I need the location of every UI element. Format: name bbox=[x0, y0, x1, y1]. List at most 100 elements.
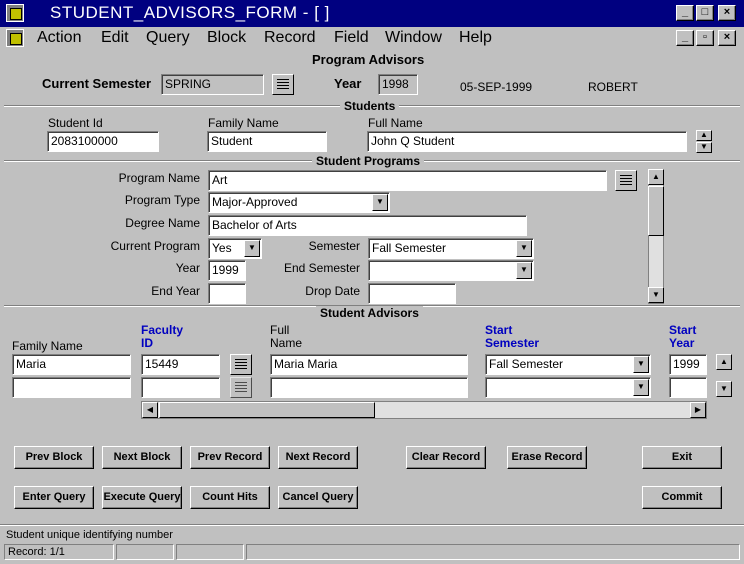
menu-record[interactable]: Record bbox=[264, 29, 316, 47]
program-name-field[interactable]: Art bbox=[208, 170, 607, 191]
prev-record-button[interactable]: Prev Record bbox=[190, 446, 270, 469]
chevron-down-icon[interactable]: ▼ bbox=[516, 240, 532, 257]
commit-button[interactable]: Commit bbox=[642, 486, 722, 509]
col-full-name: Full Name bbox=[270, 324, 302, 350]
status-hint: Student unique identifying number bbox=[6, 529, 173, 541]
programs-scroll-thumb[interactable] bbox=[648, 186, 664, 236]
status-cell bbox=[246, 544, 740, 560]
col-start-semester: Start Semester bbox=[485, 324, 539, 350]
window-title: STUDENT_ADVISORS_FORM - [ ] bbox=[50, 3, 330, 22]
full-name-label: Full Name bbox=[368, 116, 423, 130]
program-type-value: Major-Approved bbox=[212, 195, 298, 209]
advisor-family-name-field[interactable] bbox=[12, 377, 131, 398]
prev-block-button[interactable]: Prev Block bbox=[14, 446, 94, 469]
child-close-icon[interactable]: × bbox=[718, 30, 736, 46]
advisor-start-semester-value: Fall Semester bbox=[489, 357, 564, 371]
drop-date-field[interactable] bbox=[368, 283, 456, 304]
advisors-scroll-up-icon[interactable]: ▲ bbox=[716, 354, 732, 370]
current-semester-label: Current Semester bbox=[42, 76, 152, 91]
menu-window[interactable]: Window bbox=[385, 29, 442, 47]
current-year-field[interactable]: 1998 bbox=[378, 74, 418, 95]
scroll-right-icon[interactable]: ▶ bbox=[690, 402, 706, 418]
advisor-full-name-field[interactable] bbox=[270, 377, 468, 398]
menu-edit[interactable]: Edit bbox=[101, 29, 129, 47]
chevron-down-icon[interactable]: ▼ bbox=[244, 240, 260, 257]
year-label: Year bbox=[334, 76, 362, 91]
menu-field[interactable]: Field bbox=[334, 29, 369, 47]
current-user: ROBERT bbox=[588, 80, 638, 94]
students-scroll-down-icon[interactable]: ▼ bbox=[696, 142, 712, 153]
app-icon[interactable] bbox=[6, 4, 24, 22]
chevron-down-icon[interactable]: ▼ bbox=[633, 356, 649, 373]
title-bar: STUDENT_ADVISORS_FORM - [ ] _ □ × bbox=[0, 0, 744, 27]
chevron-down-icon[interactable]: ▼ bbox=[516, 262, 532, 279]
student-id-label: Student Id bbox=[48, 116, 103, 130]
advisor-start-year-field[interactable] bbox=[669, 377, 707, 398]
maximize-icon[interactable]: □ bbox=[696, 5, 714, 21]
advisors-hscroll-thumb[interactable] bbox=[159, 402, 375, 418]
programs-scroll-down-icon[interactable]: ▼ bbox=[648, 287, 664, 303]
semester-select[interactable]: Fall Semester ▼ bbox=[368, 238, 534, 259]
col-family-name: Family Name bbox=[12, 339, 83, 353]
scroll-left-icon[interactable]: ◀ bbox=[142, 402, 158, 418]
menu-block[interactable]: Block bbox=[207, 29, 246, 47]
current-program-select[interactable]: Yes ▼ bbox=[208, 238, 262, 259]
end-year-field[interactable] bbox=[208, 283, 246, 304]
chevron-down-icon[interactable]: ▼ bbox=[633, 379, 649, 396]
menu-help[interactable]: Help bbox=[459, 29, 492, 47]
menu-query[interactable]: Query bbox=[146, 29, 190, 47]
advisor-start-semester-select[interactable]: ▼ bbox=[485, 377, 651, 398]
program-year-field[interactable]: 1999 bbox=[208, 260, 246, 281]
col-full-name-line2: Name bbox=[270, 336, 303, 350]
exit-button[interactable]: Exit bbox=[642, 446, 722, 469]
family-name-label: Family Name bbox=[208, 116, 279, 130]
child-minimize-icon[interactable]: _ bbox=[676, 30, 694, 46]
col-start-year-line2: Year bbox=[669, 336, 695, 350]
student-id-field[interactable]: 2083100000 bbox=[47, 131, 159, 152]
next-record-button[interactable]: Next Record bbox=[278, 446, 358, 469]
end-semester-select[interactable]: ▼ bbox=[368, 260, 534, 281]
execute-query-button[interactable]: Execute Query bbox=[102, 486, 182, 509]
advisor-family-name-field[interactable]: Maria bbox=[12, 354, 131, 375]
erase-record-button[interactable]: Erase Record bbox=[507, 446, 587, 469]
advisor-faculty-id-field[interactable] bbox=[141, 377, 220, 398]
count-hits-button[interactable]: Count Hits bbox=[190, 486, 270, 509]
child-restore-icon[interactable]: ▫ bbox=[696, 30, 714, 46]
programs-scroll-up-icon[interactable]: ▲ bbox=[648, 169, 664, 185]
faculty-list-icon[interactable] bbox=[230, 377, 252, 398]
status-cell bbox=[176, 544, 244, 560]
form-title: Program Advisors bbox=[312, 52, 425, 67]
advisors-scroll-down-icon[interactable]: ▼ bbox=[716, 381, 732, 397]
programs-section-title: Student Programs bbox=[312, 154, 425, 168]
program-type-select[interactable]: Major-Approved ▼ bbox=[208, 192, 390, 213]
current-semester-field[interactable]: SPRING bbox=[161, 74, 264, 95]
program-list-icon[interactable] bbox=[615, 170, 637, 191]
students-scroll-up-icon[interactable]: ▲ bbox=[696, 130, 712, 141]
chevron-down-icon[interactable]: ▼ bbox=[372, 194, 388, 211]
close-icon[interactable]: × bbox=[718, 5, 736, 21]
advisor-faculty-id-field[interactable]: 15449 bbox=[141, 354, 220, 375]
form-icon[interactable] bbox=[6, 29, 24, 47]
col-start-semester-line2: Semester bbox=[485, 336, 540, 350]
program-name-label: Program Name bbox=[118, 171, 200, 185]
current-program-label: Current Program bbox=[110, 239, 200, 253]
semester-list-icon[interactable] bbox=[272, 74, 294, 95]
end-year-label: End Year bbox=[151, 284, 200, 298]
advisor-start-semester-select[interactable]: Fall Semester ▼ bbox=[485, 354, 651, 375]
faculty-list-icon[interactable] bbox=[230, 354, 252, 375]
full-name-field[interactable]: John Q Student bbox=[367, 131, 687, 152]
col-faculty-id-line2: ID bbox=[141, 336, 153, 350]
next-block-button[interactable]: Next Block bbox=[102, 446, 182, 469]
advisor-full-name-field[interactable]: Maria Maria bbox=[270, 354, 468, 375]
clear-record-button[interactable]: Clear Record bbox=[406, 446, 486, 469]
advisor-start-year-field[interactable]: 1999 bbox=[669, 354, 707, 375]
program-type-label: Program Type bbox=[124, 193, 200, 207]
family-name-field[interactable]: Student bbox=[207, 131, 327, 152]
cancel-query-button[interactable]: Cancel Query bbox=[278, 486, 358, 509]
minimize-icon[interactable]: _ bbox=[676, 5, 694, 21]
menu-action[interactable]: Action bbox=[37, 29, 81, 47]
degree-name-field[interactable]: Bachelor of Arts bbox=[208, 215, 527, 236]
status-divider bbox=[0, 524, 744, 526]
enter-query-button[interactable]: Enter Query bbox=[14, 486, 94, 509]
col-faculty-id: Faculty ID bbox=[141, 324, 183, 350]
